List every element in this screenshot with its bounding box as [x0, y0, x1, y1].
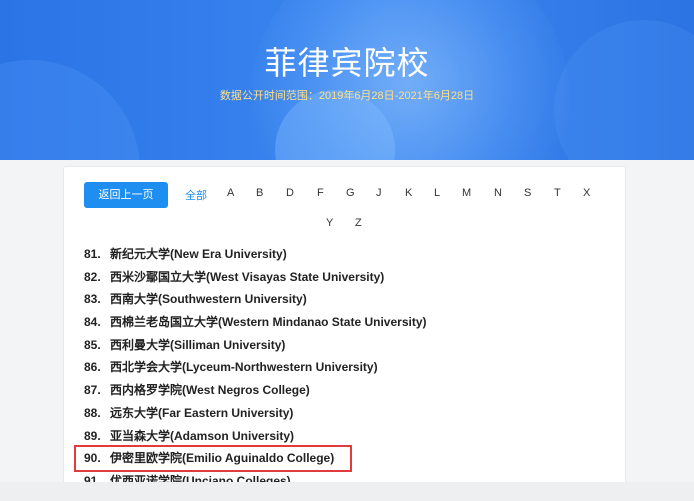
filter-letter-m[interactable]: M — [462, 187, 471, 199]
list-item-number: 82. — [84, 269, 101, 284]
list-item[interactable]: 86. 西北学会大学(Lyceum-Northwestern University… — [84, 356, 604, 379]
filter-letter-t[interactable]: T — [554, 187, 561, 199]
list-item-name: 西内格罗学院(West Negros College) — [110, 383, 310, 398]
list-item[interactable]: 83. 西南大学(Southwestern University) — [84, 288, 604, 311]
filter-letter-n[interactable]: N — [494, 187, 502, 199]
list-item-name: 伊密里欧学院(Emilio Aguinaldo College) — [110, 451, 335, 466]
filter-letter-a[interactable]: A — [227, 187, 234, 199]
list-item-name: 新纪元大学(New Era University) — [110, 247, 287, 261]
header-banner: 菲律宾院校 数据公开时间范围：2019年6月28日-2021年6月28日 — [0, 0, 694, 160]
filter-letter-k[interactable]: K — [405, 187, 412, 199]
list-item-number: 88. — [84, 405, 101, 420]
list-item-number: 89. — [84, 428, 101, 443]
list-item-number: 87. — [84, 383, 101, 398]
list-item-number: 83. — [84, 292, 101, 307]
filter-letter-y[interactable]: Y — [326, 217, 333, 229]
list-item-number: 90. — [84, 451, 101, 466]
list-item[interactable]: 81. 新纪元大学(New Era University) — [84, 243, 604, 266]
list-item[interactable]: 82. 西米沙鄢国立大学(West Visayas State Universit… — [84, 266, 604, 289]
back-button[interactable]: 返回上一页 — [84, 182, 168, 208]
filter-letter-b[interactable]: B — [256, 187, 263, 199]
list-item-number: 81. — [84, 247, 101, 261]
filter-letter-x[interactable]: X — [583, 187, 590, 199]
school-list-panel: 返回上一页 全部 A B D F G J K L M N S T X Y Z 8… — [63, 166, 626, 501]
list-item-name: 远东大学(Far Eastern University) — [110, 405, 294, 420]
filter-letter-f[interactable]: F — [317, 187, 324, 199]
filter-letter-d[interactable]: D — [286, 187, 294, 199]
list-item-name: 西南大学(Southwestern University) — [110, 292, 307, 307]
list-item-name: 西米沙鄢国立大学(West Visayas State University) — [110, 269, 385, 284]
list-item-number: 84. — [84, 315, 101, 330]
filter-all[interactable]: 全部 — [185, 187, 207, 203]
date-range-subtitle: 数据公开时间范围：2019年6月28日-2021年6月28日 — [219, 90, 475, 102]
page-title: 菲律宾院校 — [264, 45, 430, 81]
list-item-name: 西利曼大学(Silliman University) — [110, 337, 286, 352]
list-item-name: 亚当森大学(Adamson University) — [110, 428, 295, 443]
list-item[interactable]: 87. 西内格罗学院(West Negros College) — [84, 379, 604, 402]
filter-letter-j[interactable]: J — [376, 187, 382, 199]
list-item[interactable]: 89. 亚当森大学(Adamson University) — [84, 425, 604, 448]
school-list: 81. 新纪元大学(New Era University) 82. 西米沙鄢国立大学… — [74, 243, 604, 493]
list-item-name: 西棉兰老岛国立大学(Western Mindanao State Univers… — [110, 315, 427, 330]
filter-letter-z[interactable]: Z — [355, 217, 362, 229]
list-item-number: 85. — [84, 337, 101, 352]
list-item[interactable]: 88. 远东大学(Far Eastern University) — [84, 402, 604, 425]
filter-letter-s[interactable]: S — [524, 187, 531, 199]
filter-letter-g[interactable]: G — [346, 187, 355, 199]
page-bottom-strip — [0, 482, 694, 501]
list-item-highlighted[interactable]: 90. 伊密里欧学院(Emilio Aguinaldo College) — [74, 445, 352, 472]
list-item[interactable]: 85. 西利曼大学(Silliman University) — [84, 334, 604, 357]
list-item-number: 86. — [84, 360, 101, 375]
list-item[interactable]: 84. 西棉兰老岛国立大学(Western Mindanao State Univ… — [84, 311, 604, 334]
filter-letter-l[interactable]: L — [434, 187, 440, 199]
list-item-name: 西北学会大学(Lyceum-Northwestern University) — [110, 360, 378, 375]
